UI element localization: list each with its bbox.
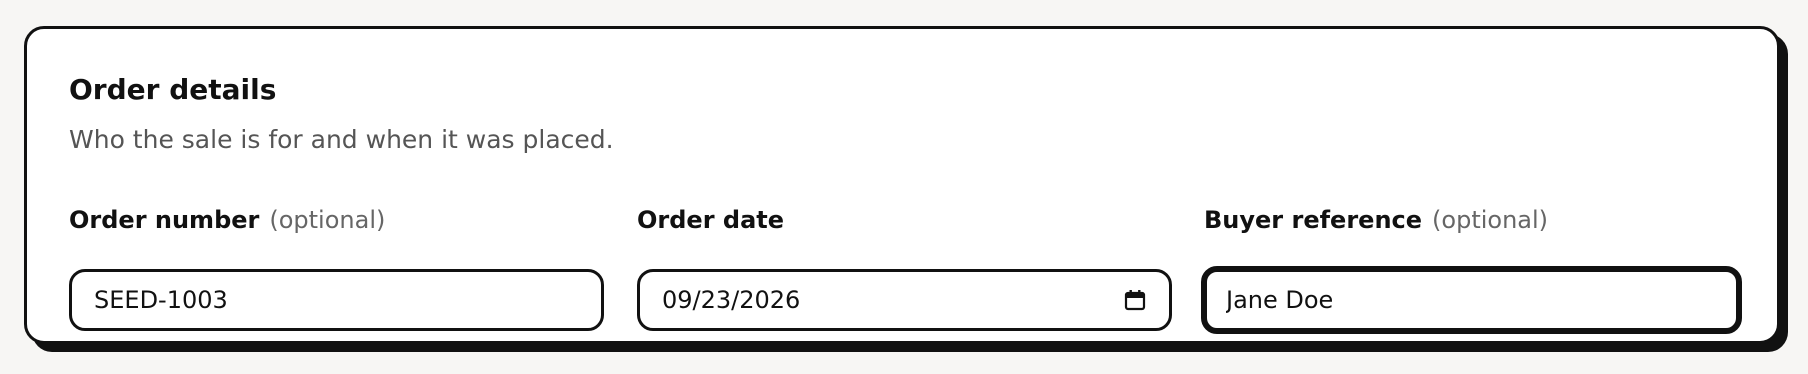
order-number-label: Order number (optional) [69,205,604,235]
order-number-label-text: Order number [69,206,260,234]
buyer-reference-input[interactable] [1226,286,1717,314]
order-date-label-text: Order date [637,206,785,234]
calendar-icon[interactable] [1123,288,1147,312]
section-subtitle: Who the sale is for and when it was plac… [69,125,614,154]
order-number-input[interactable] [94,286,579,314]
buyer-reference-input-box[interactable] [1201,266,1742,334]
order-details-card: Order details Who the sale is for and wh… [24,26,1780,344]
buyer-reference-label-text: Buyer reference [1204,206,1423,234]
buyer-reference-field-group: Buyer reference (optional) [1201,205,1742,334]
order-date-label: Order date [637,205,1172,235]
section-title: Order details [69,73,277,106]
order-date-field-group: Order date [637,205,1172,331]
order-date-input-box[interactable] [637,269,1172,331]
order-date-input[interactable] [662,286,1123,314]
buyer-reference-label: Buyer reference (optional) [1204,205,1739,235]
calendar-icon-graphic [1124,290,1146,311]
order-number-optional-note: (optional) [269,206,386,234]
order-number-field-group: Order number (optional) [69,205,604,331]
buyer-reference-optional-note: (optional) [1432,206,1549,234]
order-number-input-box[interactable] [69,269,604,331]
